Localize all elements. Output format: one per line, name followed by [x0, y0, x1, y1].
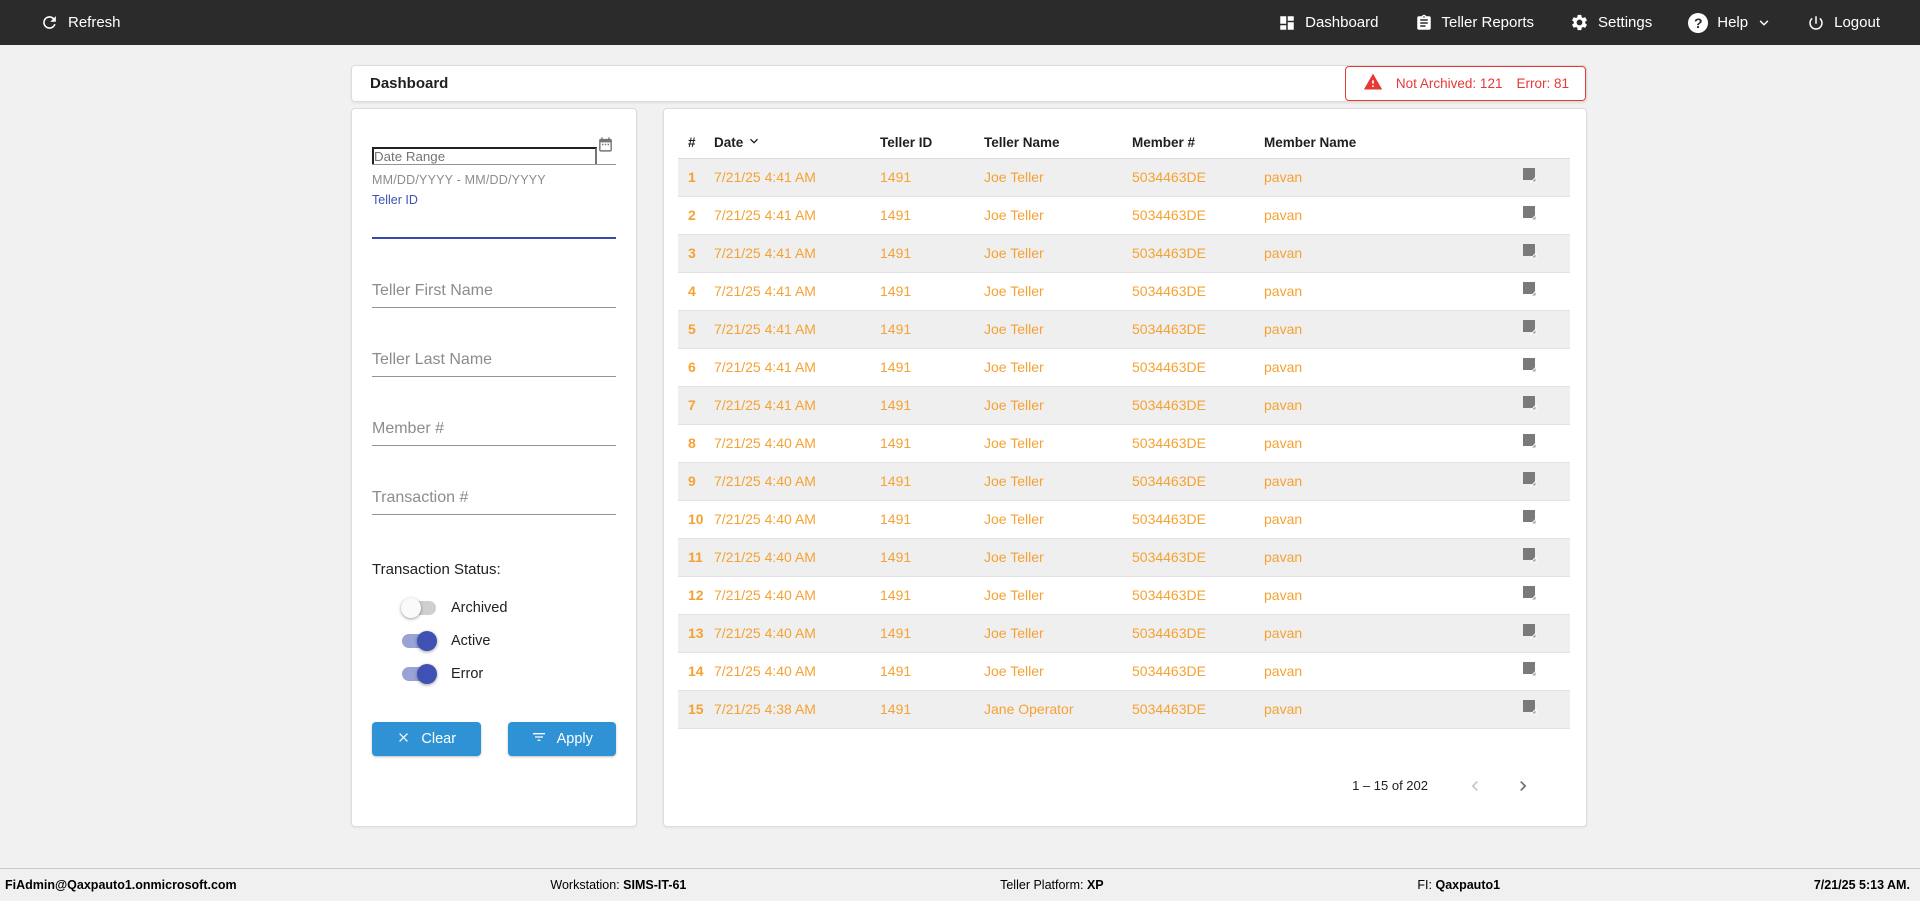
transaction-status-label: Transaction Status: [372, 561, 501, 578]
toggle-switch[interactable] [402, 664, 437, 684]
date-range-input[interactable] [372, 147, 597, 164]
table-row[interactable]: 4 7/21/25 4:41 AM 1491 Joe Teller 503446… [678, 272, 1570, 310]
toggle-switch[interactable] [402, 631, 437, 651]
nav-item-help[interactable]: ? Help [1688, 12, 1771, 33]
toggle-switch[interactable] [401, 598, 436, 618]
title-bar: Dashboard Not Archived: 121 Error: 81 [351, 65, 1587, 102]
teller-first-name-input[interactable] [372, 279, 616, 308]
clear-button[interactable]: Clear [372, 722, 481, 756]
apply-button[interactable]: Apply [507, 722, 616, 756]
logged-in-user: FiAdmin@Qaxpauto1.onmicrosoft.com [5, 878, 237, 892]
table-row[interactable]: 7 7/21/25 4:41 AM 1491 Joe Teller 503446… [678, 386, 1570, 424]
teller-platform-info: Teller Platform: XP [1000, 878, 1104, 892]
filter-icon [531, 729, 547, 749]
table-row[interactable]: 13 7/21/25 4:40 AM 1491 Joe Teller 50344… [678, 614, 1570, 652]
table-row[interactable]: 10 7/21/25 4:40 AM 1491 Joe Teller 50344… [678, 500, 1570, 538]
note-icon[interactable] [1522, 319, 1538, 339]
table-row[interactable]: 15 7/21/25 4:38 AM 1491 Jane Operator 50… [678, 690, 1570, 728]
dashboard-icon [1278, 14, 1296, 32]
status-datetime: 7/21/25 5:13 AM. [1813, 878, 1910, 892]
fi-info: FI: Qaxpauto1 [1417, 878, 1501, 892]
table-row[interactable]: 8 7/21/25 4:40 AM 1491 Joe Teller 503446… [678, 424, 1570, 462]
next-page-button[interactable] [1510, 773, 1536, 799]
nav-item-dashboard[interactable]: Dashboard [1278, 14, 1379, 32]
refresh-icon [40, 13, 59, 32]
note-icon[interactable] [1522, 205, 1538, 225]
note-icon[interactable] [1522, 585, 1538, 605]
note-icon[interactable] [1522, 243, 1538, 263]
warning-icon [1362, 72, 1384, 95]
col-member-name: Member Name [1264, 127, 1490, 159]
nav-item-teller-reports[interactable]: Teller Reports [1415, 14, 1534, 32]
filter-panel: MM/DD/YYYY - MM/DD/YYYY Teller ID Transa… [351, 108, 637, 827]
calendar-icon[interactable] [597, 136, 616, 164]
col-teller-name: Teller Name [984, 127, 1132, 159]
table-row[interactable]: 12 7/21/25 4:40 AM 1491 Joe Teller 50344… [678, 576, 1570, 614]
note-icon[interactable] [1522, 357, 1538, 377]
table-body: 1 7/21/25 4:41 AM 1491 Joe Teller 503446… [678, 158, 1570, 728]
teller-id-label: Teller ID [372, 193, 418, 207]
col-member-num: Member # [1132, 127, 1264, 159]
table-header-row: # Date Teller ID Teller Name Member # Me… [678, 127, 1570, 159]
results-panel: # Date Teller ID Teller Name Member # Me… [663, 108, 1587, 827]
archive-error-badge: Not Archived: 121 Error: 81 [1344, 66, 1586, 101]
status-toggle[interactable]: Archived [401, 598, 616, 618]
note-icon[interactable] [1522, 509, 1538, 529]
member-number-input[interactable] [372, 417, 616, 446]
not-archived-count: Not Archived: 121 [1395, 76, 1503, 91]
table-row[interactable]: 2 7/21/25 4:41 AM 1491 Joe Teller 503446… [678, 196, 1570, 234]
help-icon: ? [1688, 12, 1709, 33]
close-icon [396, 730, 411, 749]
teller-id-input[interactable] [372, 207, 616, 239]
note-icon[interactable] [1522, 623, 1538, 643]
refresh-label: Refresh [68, 14, 121, 31]
chevron-down-icon [1757, 16, 1771, 30]
table-row[interactable]: 11 7/21/25 4:40 AM 1491 Joe Teller 50344… [678, 538, 1570, 576]
col-teller-id: Teller ID [880, 127, 984, 159]
toggle-list: Archived Active Error [401, 598, 616, 684]
transaction-number-input[interactable] [372, 486, 616, 515]
note-icon[interactable] [1522, 281, 1538, 301]
note-icon[interactable] [1522, 433, 1538, 453]
date-range-field[interactable] [372, 136, 616, 165]
status-bar: FiAdmin@Qaxpauto1.onmicrosoft.com Workst… [0, 868, 1920, 901]
results-table: # Date Teller ID Teller Name Member # Me… [678, 127, 1570, 729]
page-range: 1 – 15 of 202 [1352, 778, 1428, 793]
teller-reports-icon [1415, 14, 1433, 32]
note-icon[interactable] [1522, 167, 1538, 187]
teller-last-name-input[interactable] [372, 348, 616, 377]
note-icon[interactable] [1522, 471, 1538, 491]
workstation-info: Workstation: SIMS-IT-61 [550, 878, 687, 892]
status-toggle[interactable]: Error [402, 664, 616, 684]
table-row[interactable]: 1 7/21/25 4:41 AM 1491 Joe Teller 503446… [678, 158, 1570, 196]
table-row[interactable]: 9 7/21/25 4:40 AM 1491 Joe Teller 503446… [678, 462, 1570, 500]
col-actions [1490, 127, 1570, 159]
table-row[interactable]: 5 7/21/25 4:41 AM 1491 Joe Teller 503446… [678, 310, 1570, 348]
date-range-hint: MM/DD/YYYY - MM/DD/YYYY [372, 173, 546, 187]
nav-item-settings[interactable]: Settings [1570, 13, 1652, 32]
pagination: 1 – 15 of 202 [678, 773, 1570, 799]
table-row[interactable]: 3 7/21/25 4:41 AM 1491 Joe Teller 503446… [678, 234, 1570, 272]
error-count: Error: 81 [1516, 76, 1569, 91]
note-icon[interactable] [1522, 661, 1538, 681]
settings-icon [1570, 13, 1589, 32]
table-row[interactable]: 6 7/21/25 4:41 AM 1491 Joe Teller 503446… [678, 348, 1570, 386]
col-number: # [678, 127, 714, 159]
table-row[interactable]: 14 7/21/25 4:40 AM 1491 Joe Teller 50344… [678, 652, 1570, 690]
note-icon[interactable] [1522, 699, 1538, 719]
sort-desc-icon [746, 133, 762, 152]
note-icon[interactable] [1522, 547, 1538, 567]
note-icon[interactable] [1522, 395, 1538, 415]
col-date[interactable]: Date [714, 127, 880, 159]
refresh-button[interactable]: Refresh [40, 13, 121, 32]
logout-icon [1807, 14, 1825, 32]
page-title: Dashboard [370, 75, 449, 92]
prev-page-button[interactable] [1462, 773, 1488, 799]
nav-item-logout[interactable]: Logout [1807, 14, 1880, 32]
top-nav: Refresh Dashboard Teller Reports Setting… [0, 0, 1920, 45]
status-toggle[interactable]: Active [402, 631, 616, 651]
